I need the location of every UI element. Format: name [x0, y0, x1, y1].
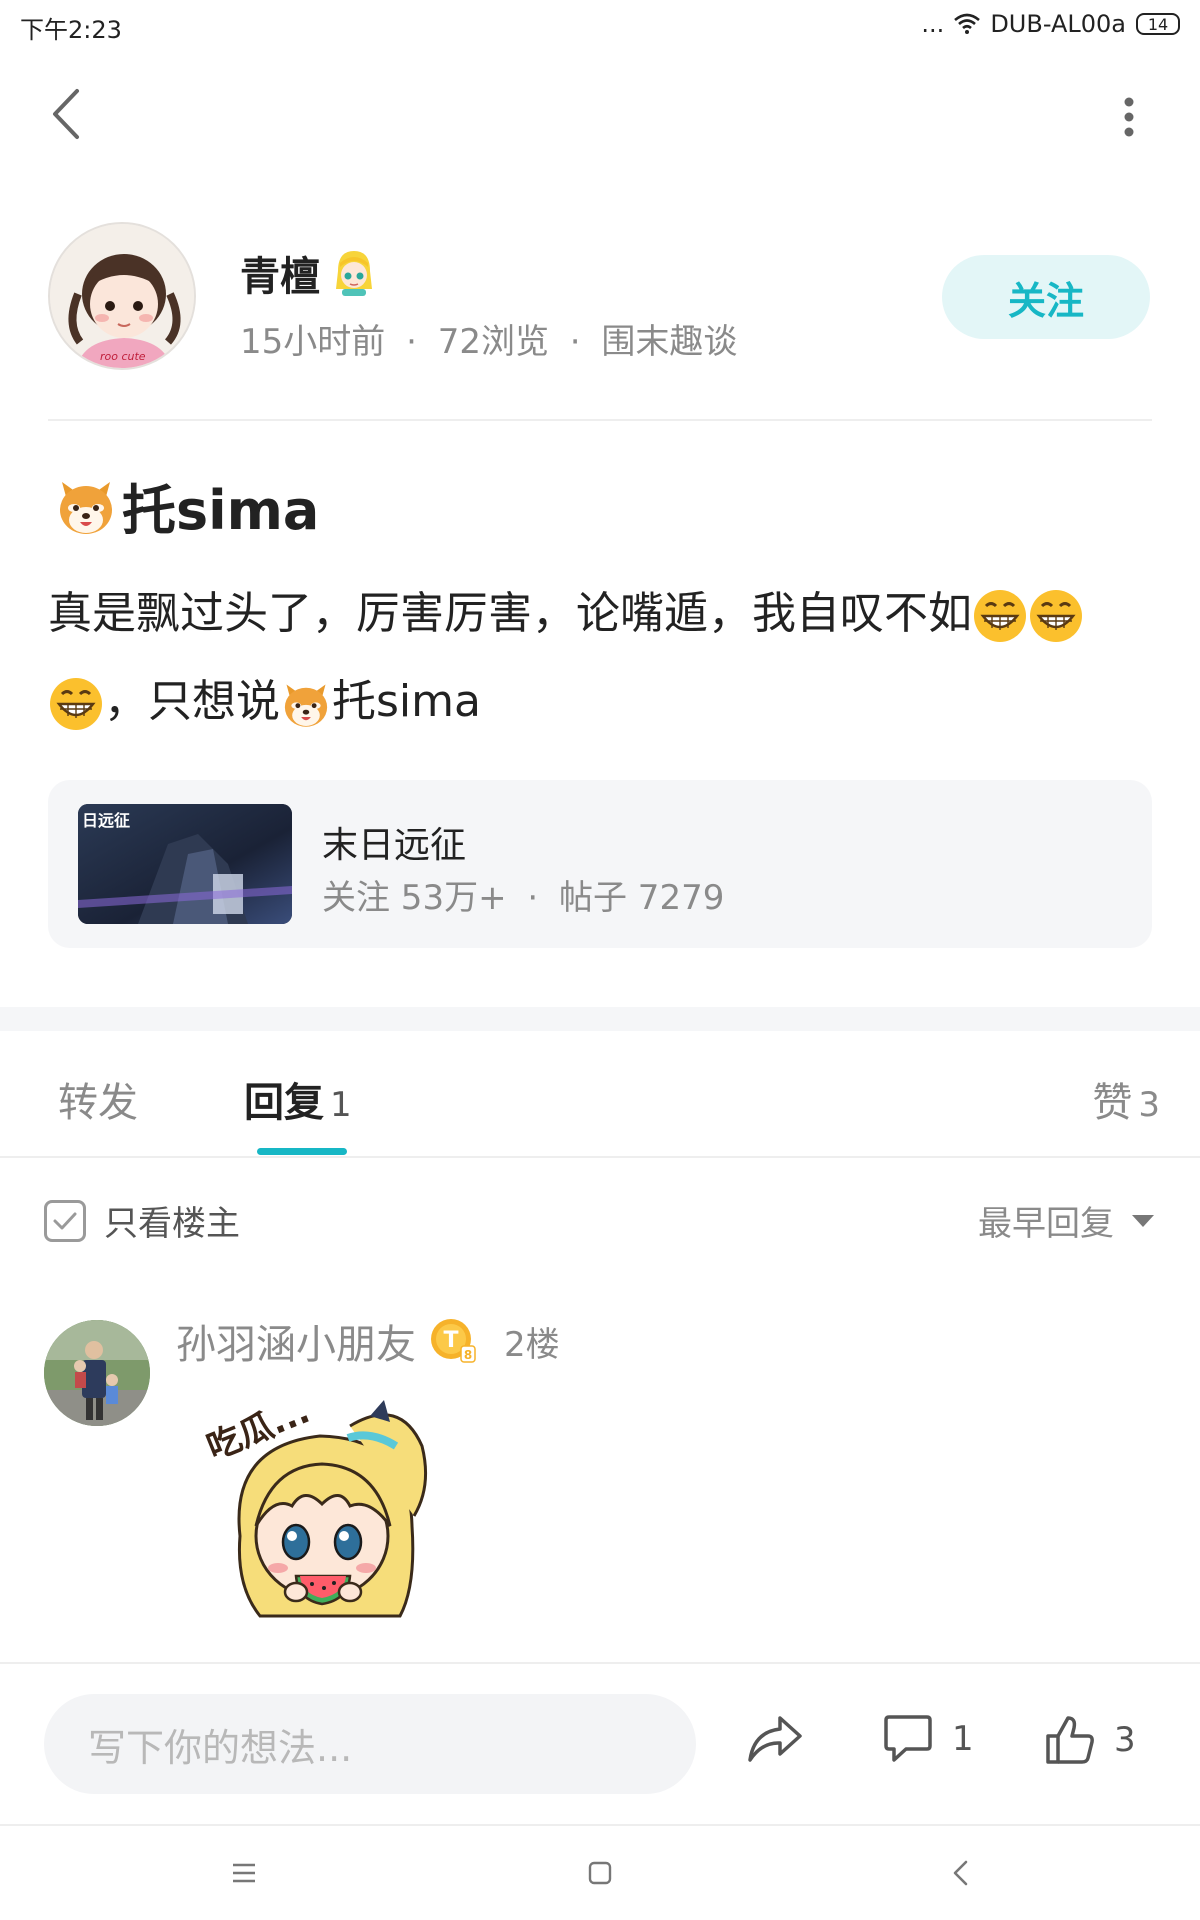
status-indicators: ... DUB-AL00a 14 — [921, 10, 1180, 38]
grin-emoji-icon — [974, 590, 1026, 642]
forum-name: 末日远征 — [322, 825, 467, 866]
author-meta: 15小时前 · 72浏览 · 围末趣谈 — [240, 314, 737, 363]
divider — [0, 1662, 1200, 1664]
forum-stats-separator: · — [527, 878, 539, 918]
battery-icon: 14 — [1136, 13, 1180, 35]
status-time: 下午2:23 — [20, 16, 122, 44]
section-separator — [0, 1007, 1200, 1031]
comment-input[interactable]: 写下你的想法... — [44, 1694, 696, 1794]
post-body-text-3: 托sima — [332, 676, 481, 727]
forum-link[interactable]: 围末趣谈 — [601, 322, 737, 362]
back-chevron-icon — [953, 1860, 968, 1886]
chevron-left-icon — [53, 89, 79, 139]
sticker-image: 吃瓜... — [201, 1391, 428, 1618]
view-count: 72浏览 — [437, 322, 549, 362]
follow-button[interactable]: 关注 — [942, 255, 1150, 339]
home-nav-button[interactable] — [570, 1848, 630, 1898]
shiba-dog-emoji-icon — [60, 481, 112, 534]
menu-icon — [233, 1863, 255, 1883]
girl-avatar-image: roo cute — [50, 224, 194, 368]
forum-stats: 关注 53万+ · 帖子 7279 — [322, 870, 724, 919]
post-title: 托sima — [54, 466, 319, 545]
family-photo-image — [44, 1320, 150, 1426]
like-button[interactable]: 3 — [1044, 1714, 1136, 1766]
home-square-icon — [588, 1861, 612, 1885]
meta-separator: · — [406, 322, 417, 362]
level-badge-icon: T 8 — [431, 1319, 476, 1363]
anime-girl-badge-icon — [336, 251, 372, 296]
menu-nav-button[interactable] — [214, 1848, 274, 1898]
forum-followers: 关注 53万+ — [322, 878, 507, 918]
tab-like-label: 赞 — [1092, 1080, 1133, 1126]
tab-like[interactable]: 赞3 — [1092, 1070, 1160, 1128]
sort-label: 最早回复 — [978, 1204, 1114, 1244]
forum-cover-caption: 日远征 — [82, 811, 130, 830]
forum-thumbnail: 日远征 — [78, 804, 292, 924]
tab-forward[interactable]: 转发 — [58, 1070, 138, 1128]
comment-count: 1 — [952, 1719, 974, 1759]
reply-user-row: 孙羽涵小朋友 T 8 2楼 — [176, 1312, 560, 1370]
thumbs-up-icon — [1046, 1716, 1094, 1764]
svg-text:roo cute: roo cute — [100, 350, 146, 363]
meta-separator: · — [569, 322, 581, 362]
caret-down-icon — [1132, 1214, 1154, 1227]
post-body: 真是飘过头了，厉害厉害，论嘴遁，我自叹不如 ，只想说 托sima — [48, 570, 1158, 746]
comment-button[interactable]: 1 — [882, 1714, 974, 1764]
divider — [0, 1156, 1200, 1158]
like-count: 3 — [1114, 1720, 1136, 1760]
only-host-label: 只看楼主 — [104, 1204, 240, 1244]
divider — [48, 419, 1152, 421]
author-name-row: 青檀 — [240, 244, 376, 302]
only-host-toggle[interactable]: 只看楼主 — [44, 1196, 240, 1245]
shiba-dog-emoji-icon — [284, 684, 328, 727]
level-badge-letter: T — [443, 1328, 458, 1353]
post-time: 15小时前 — [240, 322, 386, 362]
level-badge-number: 8 — [464, 1348, 472, 1362]
comment-bubble-icon — [884, 1715, 932, 1762]
wifi-icon — [954, 13, 981, 34]
more-button[interactable] — [1114, 92, 1144, 142]
share-button[interactable] — [746, 1714, 804, 1764]
tab-reply-label: 回复 — [244, 1080, 324, 1126]
post-body-text-2: ，只想说 — [104, 676, 280, 727]
reply-username[interactable]: 孙羽涵小朋友 — [176, 1312, 416, 1370]
tab-like-count: 3 — [1138, 1085, 1160, 1125]
network-name: DUB-AL00a — [990, 10, 1126, 38]
grin-emoji-icon — [50, 678, 102, 730]
tab-reply[interactable]: 回复 1 — [244, 1070, 352, 1128]
more-vertical-icon — [1124, 97, 1134, 137]
forum-posts: 帖子 7279 — [559, 878, 725, 918]
post-title-text: 托sima — [122, 479, 320, 542]
post-body-text-1: 真是飘过头了，厉害厉害，论嘴遁，我自叹不如 — [48, 588, 972, 639]
reply-avatar[interactable] — [44, 1320, 150, 1426]
tab-reply-count: 1 — [330, 1085, 352, 1125]
divider — [0, 1824, 1200, 1826]
sort-dropdown[interactable]: 最早回复 — [978, 1196, 1154, 1245]
back-nav-button[interactable] — [930, 1848, 990, 1898]
grin-emoji-icon — [1030, 590, 1082, 642]
eating-melon-sticker[interactable]: 吃瓜... — [200, 1386, 450, 1636]
author-name[interactable]: 青檀 — [240, 244, 320, 302]
forum-cover-image: 日远征 — [78, 804, 292, 924]
share-arrow-icon — [748, 1716, 802, 1762]
checkbox-icon — [44, 1199, 86, 1242]
floor-number: 2楼 — [504, 1324, 560, 1365]
more-dots: ... — [921, 10, 945, 38]
active-tab-indicator — [257, 1148, 347, 1155]
back-button[interactable] — [44, 86, 88, 142]
author-avatar[interactable]: roo cute — [48, 222, 196, 370]
